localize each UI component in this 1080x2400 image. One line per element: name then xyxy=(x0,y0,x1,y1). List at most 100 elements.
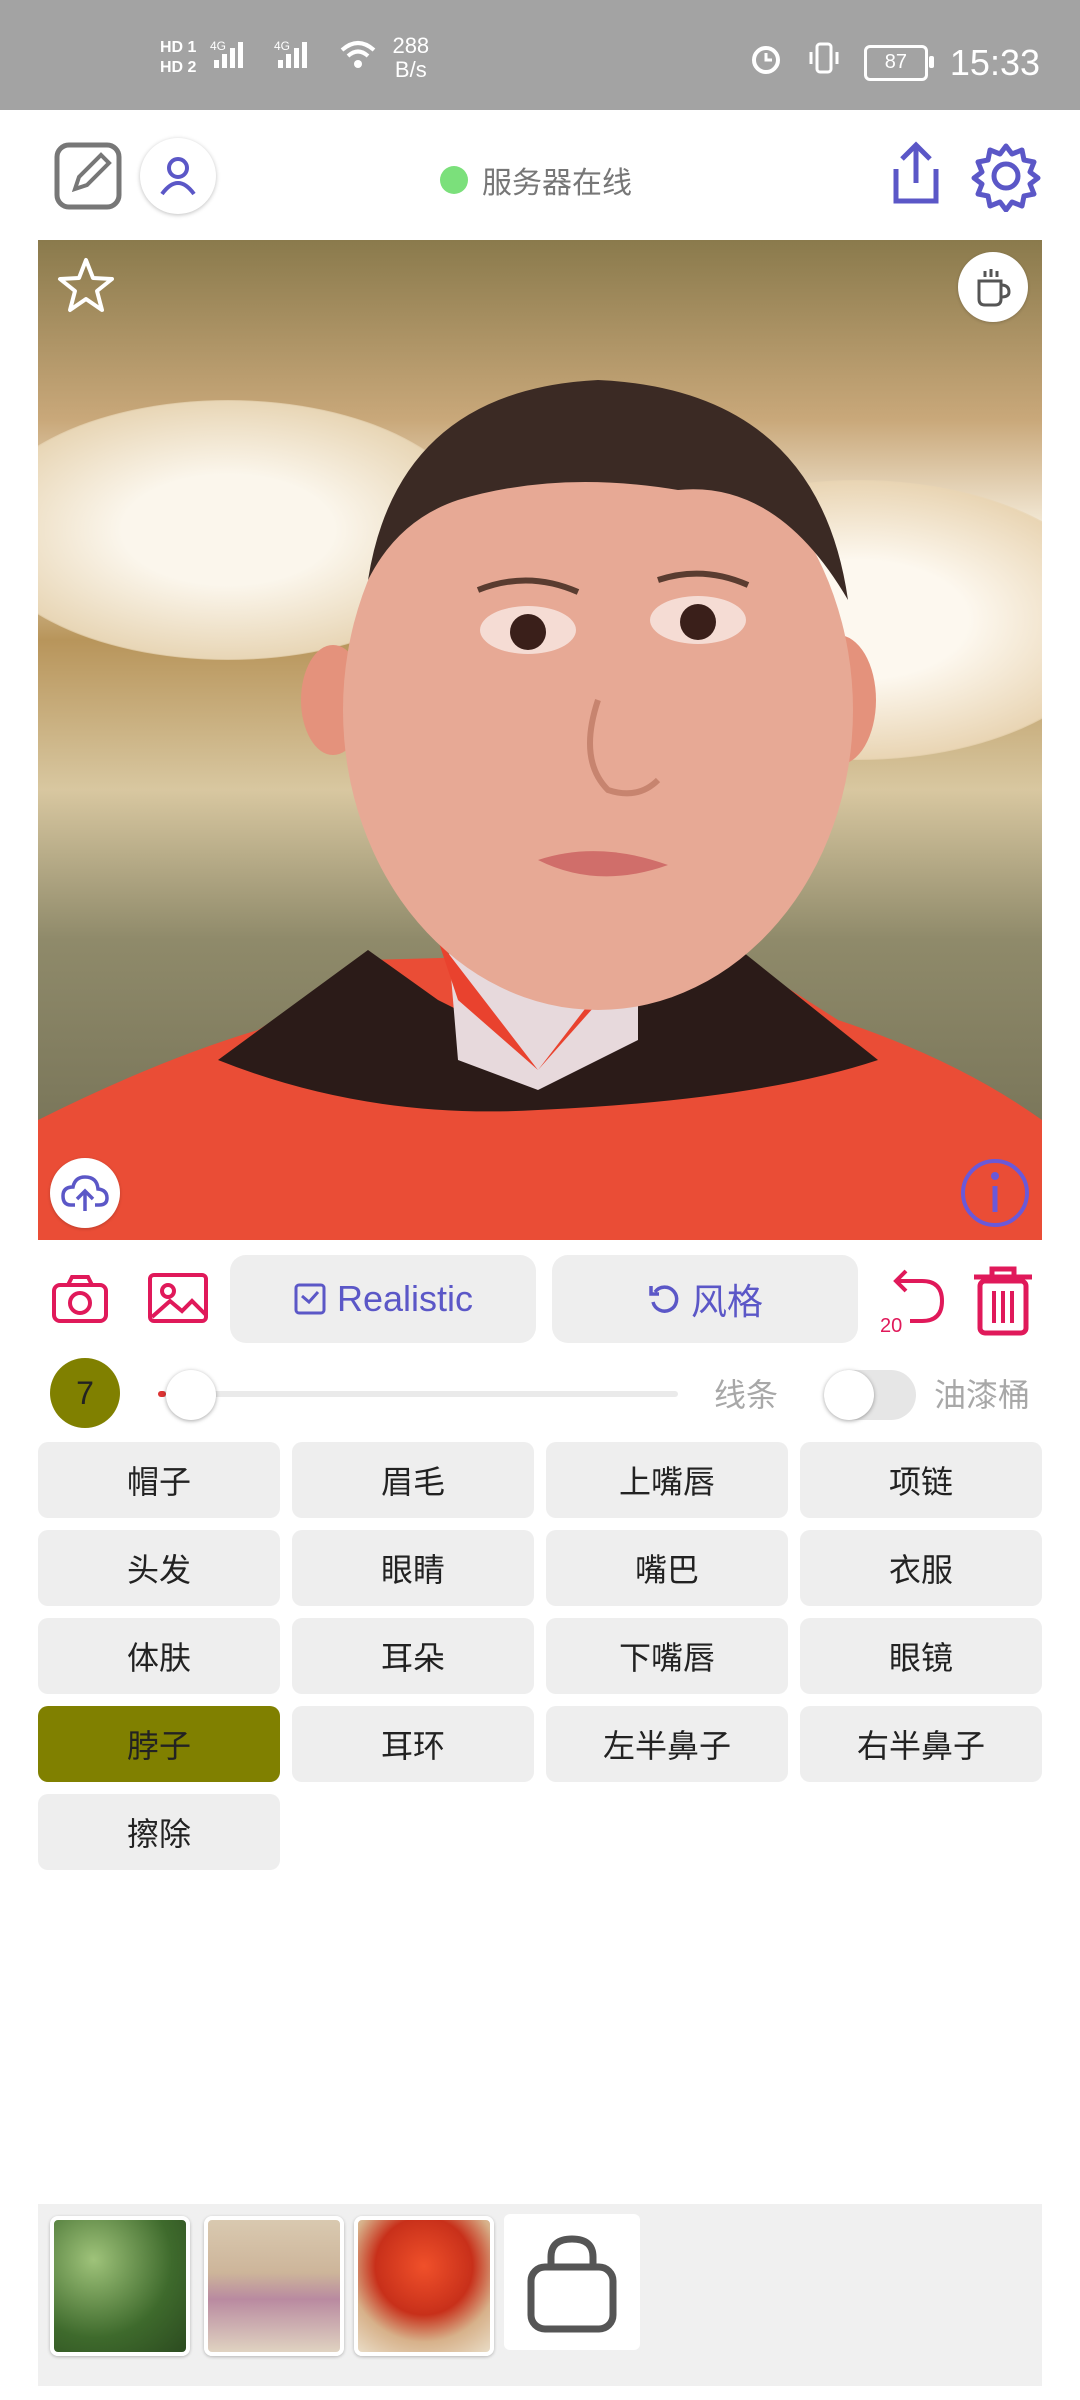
user-icon xyxy=(160,157,196,196)
label-text: 眼镜 xyxy=(888,1640,953,1676)
label-text: 擦除 xyxy=(126,1816,191,1852)
label-erase[interactable]: 擦除 xyxy=(38,1794,280,1870)
label-text: 耳朵 xyxy=(380,1640,445,1676)
delete-button[interactable] xyxy=(968,1261,1040,1339)
gear-icon xyxy=(971,143,1041,212)
shopping-bag-icon xyxy=(527,2235,617,2333)
label-upper-lip[interactable]: 上嘴唇 xyxy=(546,1442,788,1518)
favorite-button[interactable] xyxy=(54,254,118,318)
coffee-cup-icon xyxy=(977,269,1011,307)
realistic-toggle-button[interactable]: Realistic xyxy=(230,1255,536,1343)
brush-size-slider[interactable] xyxy=(158,1391,678,1397)
signal-icon-2: 4G xyxy=(274,38,324,78)
slider-thumb[interactable] xyxy=(166,1370,216,1420)
vibrate-icon xyxy=(806,40,842,85)
share-icon xyxy=(893,141,939,204)
cloud-upload-icon xyxy=(61,1175,109,1211)
brush-settings: 7 线条 油漆桶 xyxy=(38,1358,1042,1428)
paint-bucket-label: 油漆桶 xyxy=(934,1377,1031,1413)
label-hat[interactable]: 帽子 xyxy=(38,1442,280,1518)
label-earrings[interactable]: 耳环 xyxy=(292,1706,534,1782)
label-text: 眼睛 xyxy=(380,1552,445,1588)
label-hair[interactable]: 头发 xyxy=(38,1530,280,1606)
label-necklace[interactable]: 项链 xyxy=(800,1442,1042,1518)
network-speed-unit: B/s xyxy=(394,57,427,82)
share-button[interactable] xyxy=(880,138,952,210)
signal-icon: 4G xyxy=(210,38,260,78)
slider-fill xyxy=(158,1391,166,1397)
hd-sim-icons: HD 1 HD 2 xyxy=(160,39,197,76)
online-dot xyxy=(440,166,468,194)
info-icon xyxy=(961,1159,1029,1227)
svg-text:4G: 4G xyxy=(210,39,226,53)
wifi-icon xyxy=(338,38,378,78)
battery-icon: 87 xyxy=(863,44,934,81)
label-text: 眉毛 xyxy=(380,1464,445,1500)
label-neck[interactable]: 脖子 xyxy=(38,1706,280,1782)
user-button[interactable] xyxy=(140,138,216,214)
style-button[interactable]: 风格 xyxy=(552,1255,858,1343)
battery-level: 87 xyxy=(884,51,908,73)
label-mouth[interactable]: 嘴巴 xyxy=(546,1530,788,1606)
server-status-label: 服务器在线 xyxy=(482,167,632,200)
label-ears[interactable]: 耳朵 xyxy=(292,1618,534,1694)
line-mode-label: 线条 xyxy=(714,1377,779,1413)
label-text: 下嘴唇 xyxy=(618,1640,715,1676)
settings-button[interactable] xyxy=(968,138,1044,214)
drawing-canvas[interactable] xyxy=(38,240,1042,1240)
status-bar: HD 1 HD 2 4G 4G 288 B/s 87 15:33 xyxy=(0,0,1080,110)
svg-text:4G: 4G xyxy=(274,39,290,53)
network-speed-value: 288 xyxy=(392,33,430,58)
gallery-button[interactable] xyxy=(146,1269,210,1329)
realistic-label: Realistic xyxy=(336,1278,474,1319)
label-text: 衣服 xyxy=(888,1552,953,1588)
store-button[interactable] xyxy=(504,2214,640,2350)
info-button[interactable] xyxy=(958,1156,1032,1230)
brush-size-badge: 7 xyxy=(50,1358,120,1428)
label-text: 右半鼻子 xyxy=(856,1728,985,1764)
upload-button[interactable] xyxy=(50,1158,120,1228)
label-eyes[interactable]: 眼睛 xyxy=(292,1530,534,1606)
paint-bucket-toggle[interactable] xyxy=(824,1370,916,1420)
label-text: 上嘴唇 xyxy=(618,1464,715,1500)
label-text: 嘴巴 xyxy=(634,1552,699,1588)
camera-icon xyxy=(52,1275,108,1323)
style-tray xyxy=(38,2204,1042,2386)
server-status: 服务器在线 xyxy=(440,158,632,202)
clock: 15:33 xyxy=(949,41,1040,83)
label-text: 脖子 xyxy=(126,1728,191,1764)
style-thumbnail-flowers[interactable] xyxy=(204,2216,344,2356)
status-left: HD 1 HD 2 4G 4G 288 B/s xyxy=(160,34,429,82)
label-text: 左半鼻子 xyxy=(602,1728,731,1764)
tool-row: Realistic 风格 20 xyxy=(38,1255,1042,1345)
label-text: 体肤 xyxy=(126,1640,191,1676)
toggle-knob xyxy=(824,1370,874,1420)
label-left-nose[interactable]: 左半鼻子 xyxy=(546,1706,788,1782)
network-speed: 288 B/s xyxy=(392,34,429,82)
label-eyebrows[interactable]: 眉毛 xyxy=(292,1442,534,1518)
portrait-image xyxy=(38,380,1042,1240)
style-thumbnail-green[interactable] xyxy=(50,2216,190,2356)
label-skin[interactable]: 体肤 xyxy=(38,1618,280,1694)
label-glasses[interactable]: 眼镜 xyxy=(800,1618,1042,1694)
status-right: 87 15:33 xyxy=(748,40,1040,85)
undo-button[interactable]: 20 xyxy=(876,1263,952,1339)
draw-edit-button[interactable] xyxy=(52,140,124,212)
label-lower-lip[interactable]: 下嘴唇 xyxy=(546,1618,788,1694)
label-right-nose[interactable]: 右半鼻子 xyxy=(800,1706,1042,1782)
camera-button[interactable] xyxy=(50,1269,110,1329)
image-icon xyxy=(148,1273,208,1323)
label-clothes[interactable]: 衣服 xyxy=(800,1530,1042,1606)
checkbox-icon xyxy=(294,1283,326,1315)
alarm-icon xyxy=(748,40,784,85)
style-thumbnail-red-tree[interactable] xyxy=(354,2216,494,2356)
brush-size-value: 7 xyxy=(76,1374,94,1411)
pen-square-icon xyxy=(54,142,122,210)
refresh-icon xyxy=(649,1285,679,1313)
label-text: 帽子 xyxy=(126,1464,191,1500)
undo-count: 20 xyxy=(880,1315,903,1337)
trash-icon xyxy=(974,1266,1032,1336)
label-text: 耳环 xyxy=(380,1728,445,1764)
label-text: 头发 xyxy=(126,1552,191,1588)
coffee-button[interactable] xyxy=(958,252,1028,322)
